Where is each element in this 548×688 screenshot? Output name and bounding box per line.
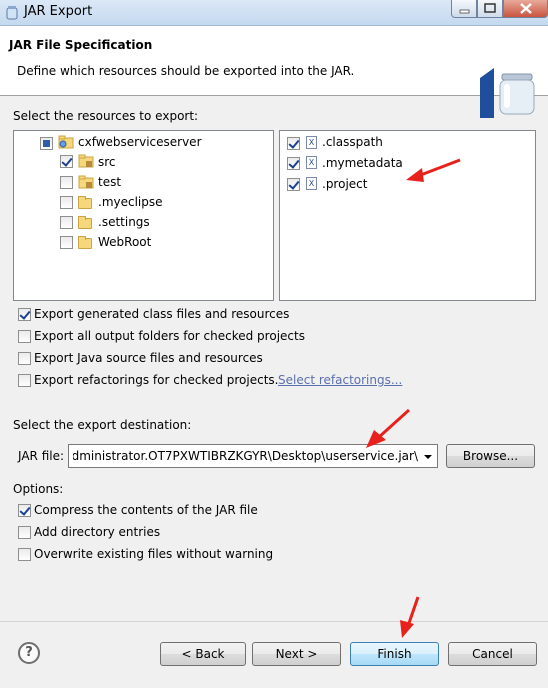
export-refactorings-label[interactable]: Export refactorings for checked projects… bbox=[34, 373, 278, 387]
xml-file-icon: X bbox=[306, 177, 317, 190]
browse-button[interactable]: Browse... bbox=[446, 444, 535, 468]
tree-item-label[interactable]: .settings bbox=[98, 215, 150, 229]
tree-checkbox-test[interactable] bbox=[60, 176, 73, 189]
xml-file-icon: X bbox=[306, 136, 317, 149]
export-refactorings-checkbox[interactable] bbox=[18, 374, 31, 387]
export-output-folders-checkbox[interactable] bbox=[18, 330, 31, 343]
xml-file-icon: X bbox=[306, 156, 317, 169]
annotation-arrow bbox=[400, 596, 420, 638]
export-output-folders-label[interactable]: Export all output folders for checked pr… bbox=[34, 329, 305, 343]
cancel-button[interactable]: Cancel bbox=[448, 642, 537, 666]
directory-entries-checkbox[interactable] bbox=[18, 526, 31, 539]
tree-checkbox-webroot[interactable] bbox=[60, 236, 73, 249]
tree-checkbox-settings[interactable] bbox=[60, 216, 73, 229]
tree-checkbox-src[interactable] bbox=[60, 155, 73, 168]
destination-label: Select the export destination: bbox=[13, 418, 192, 432]
finish-button[interactable]: Finish bbox=[350, 642, 439, 666]
page-description: Define which resources should be exporte… bbox=[17, 64, 355, 78]
package-folder-icon bbox=[78, 175, 94, 189]
next-button[interactable]: Next > bbox=[252, 642, 341, 666]
export-source-files-label[interactable]: Export Java source files and resources bbox=[34, 351, 263, 365]
jar-app-icon bbox=[6, 6, 18, 20]
file-item-label[interactable]: .classpath bbox=[322, 135, 383, 149]
back-button[interactable]: < Back bbox=[160, 642, 246, 666]
tree-checkbox-myeclipse[interactable] bbox=[60, 196, 73, 209]
minimize-icon bbox=[459, 9, 470, 14]
folder-icon bbox=[78, 196, 92, 209]
folder-icon bbox=[78, 216, 92, 229]
jar-file-label: JAR file: bbox=[18, 449, 65, 463]
footer-divider bbox=[0, 621, 548, 622]
export-source-files-checkbox[interactable] bbox=[18, 352, 31, 365]
close-button[interactable] bbox=[503, 0, 548, 18]
tree-item-label[interactable]: test bbox=[98, 175, 121, 189]
title-bar[interactable]: JAR Export bbox=[0, 0, 548, 26]
directory-entries-label[interactable]: Add directory entries bbox=[34, 525, 160, 539]
file-checkbox-classpath[interactable] bbox=[287, 137, 300, 150]
help-icon[interactable]: ? bbox=[18, 642, 40, 664]
close-icon bbox=[520, 3, 532, 14]
export-class-files-label[interactable]: Export generated class files and resourc… bbox=[34, 307, 289, 321]
page-title: JAR File Specification bbox=[9, 38, 153, 52]
annotation-arrow bbox=[366, 408, 411, 448]
jar-export-window: JAR Export JAR File Specification Define… bbox=[0, 0, 548, 688]
folder-icon bbox=[78, 236, 92, 249]
project-icon bbox=[58, 135, 74, 149]
jar-wizard-icon bbox=[480, 68, 535, 118]
window-title: JAR Export bbox=[24, 4, 93, 19]
tree-item-label[interactable]: .myeclipse bbox=[98, 195, 163, 209]
tree-checkbox-project[interactable] bbox=[40, 137, 53, 150]
chevron-down-icon[interactable] bbox=[423, 453, 433, 461]
header-banner: JAR File Specification Define which reso… bbox=[0, 26, 548, 118]
package-folder-icon bbox=[78, 154, 94, 168]
overwrite-label[interactable]: Overwrite existing files without warning bbox=[34, 547, 273, 561]
resource-tree-panel[interactable]: cxfwebserviceserver src test .myeclipse … bbox=[13, 130, 274, 301]
tree-item-label[interactable]: cxfwebserviceserver bbox=[78, 135, 202, 149]
file-item-label[interactable]: .mymetadata bbox=[322, 156, 403, 170]
export-class-files-checkbox[interactable] bbox=[18, 308, 31, 321]
file-checkbox-mymetadata[interactable] bbox=[287, 157, 300, 170]
tree-item-label[interactable]: WebRoot bbox=[98, 235, 151, 249]
annotation-arrow bbox=[406, 158, 461, 182]
maximize-button[interactable] bbox=[477, 0, 503, 18]
compress-checkbox[interactable] bbox=[18, 504, 31, 517]
compress-label[interactable]: Compress the contents of the JAR file bbox=[34, 503, 258, 517]
select-refactorings-link[interactable]: Select refactorings... bbox=[278, 373, 402, 387]
overwrite-checkbox[interactable] bbox=[18, 548, 31, 561]
maximize-icon bbox=[484, 3, 496, 13]
file-item-label[interactable]: .project bbox=[322, 177, 367, 191]
options-label: Options: bbox=[13, 482, 64, 496]
minimize-button[interactable] bbox=[451, 0, 477, 18]
resources-label: Select the resources to export: bbox=[13, 109, 199, 123]
tree-item-label[interactable]: src bbox=[98, 155, 116, 169]
jar-file-input[interactable]: \Administrator.OT7PXWTIBRZKGYR\Desktop\u… bbox=[73, 449, 418, 463]
file-checkbox-project[interactable] bbox=[287, 178, 300, 191]
